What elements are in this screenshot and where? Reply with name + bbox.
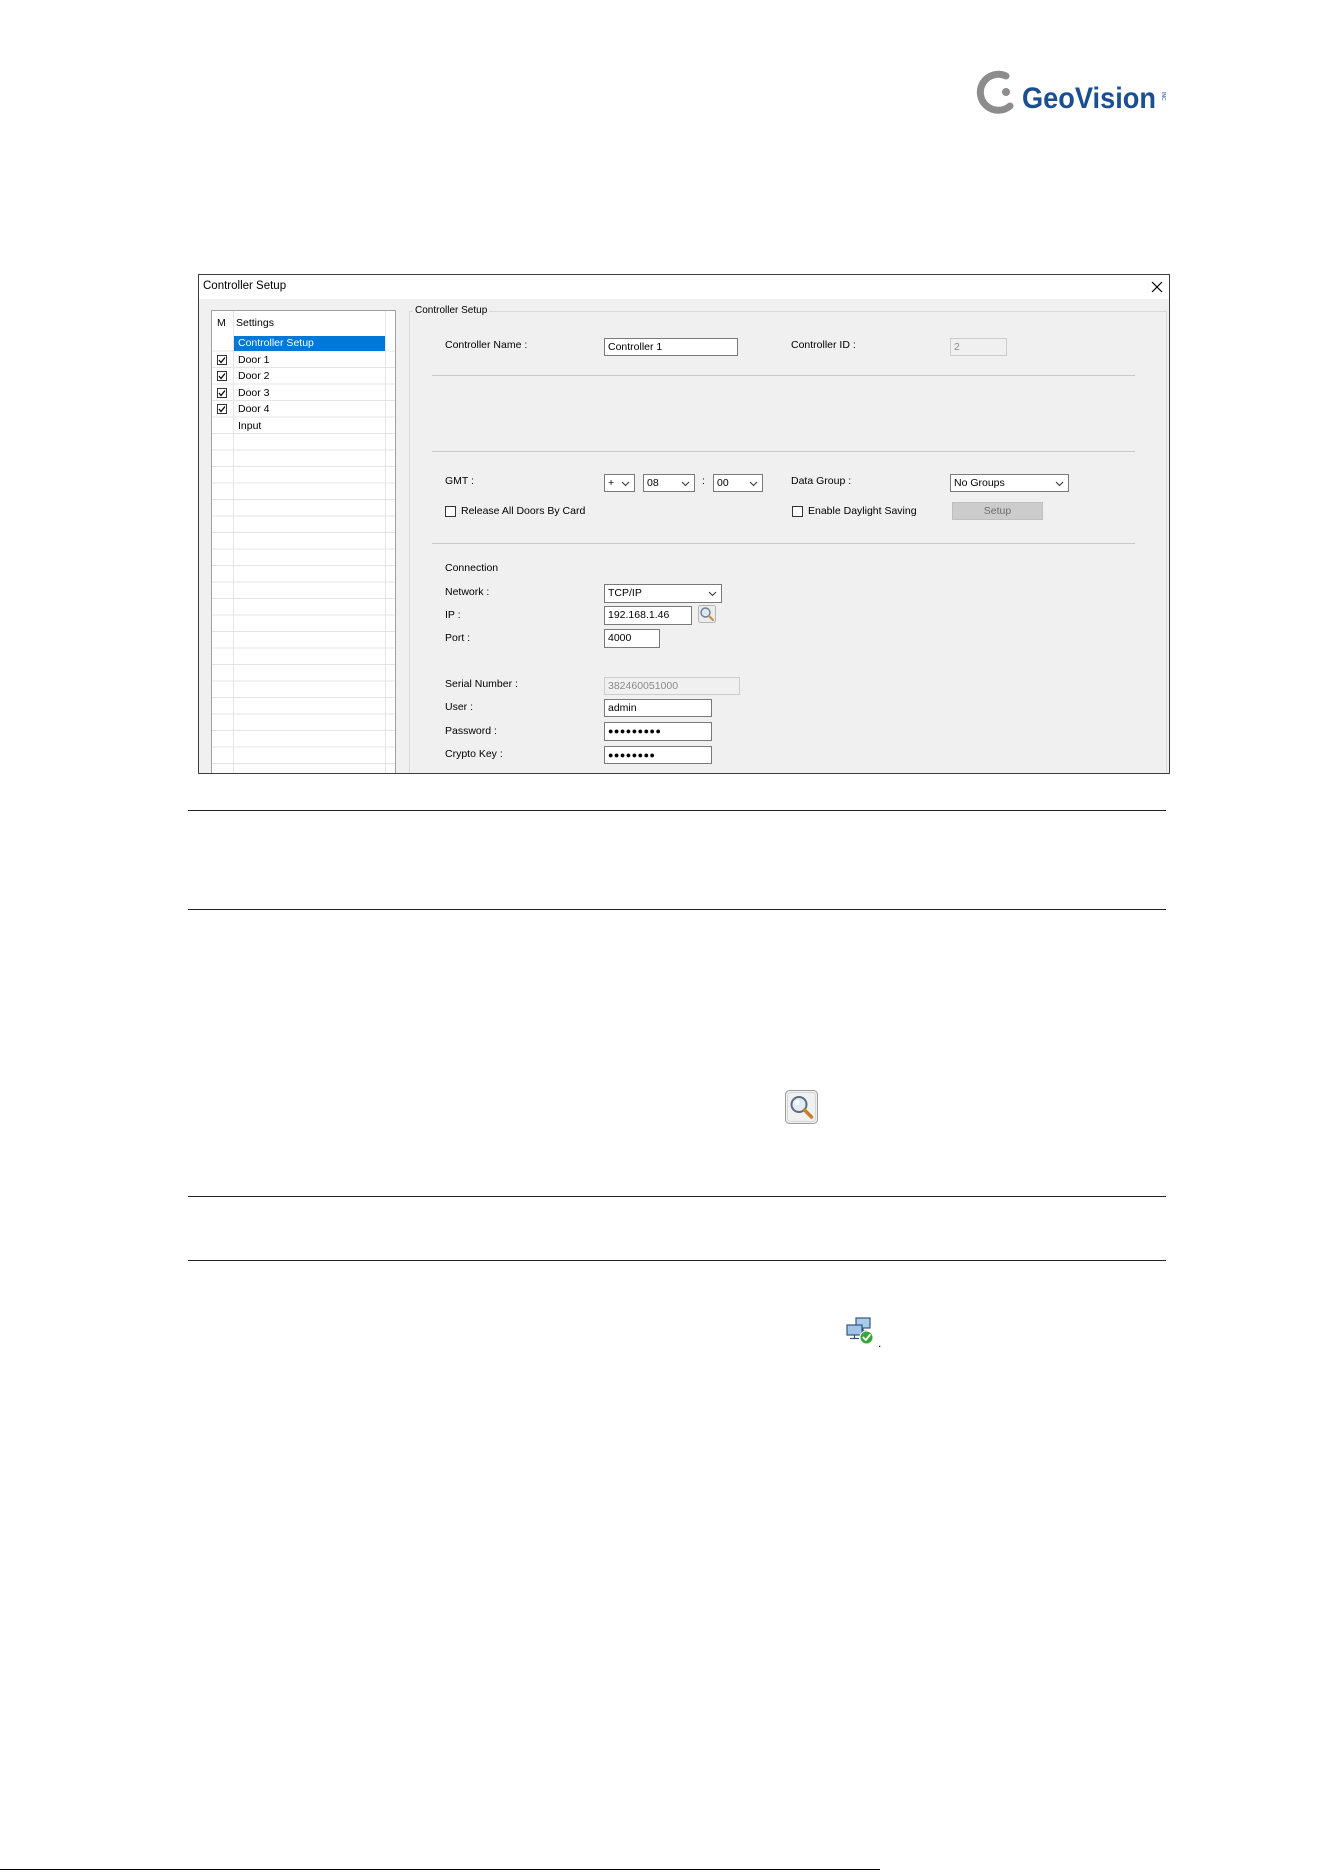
- note-box-top-rule: [188, 810, 1166, 811]
- gmt-sign-select[interactable]: +: [604, 474, 635, 492]
- password-label: Password :: [445, 725, 497, 737]
- divider: [432, 451, 1135, 452]
- check-icon: [218, 356, 226, 363]
- tree-item-door-2[interactable]: Door 2: [212, 368, 395, 385]
- tree-checkbox[interactable]: [217, 404, 227, 414]
- gmt-sign-value: +: [608, 477, 615, 489]
- dialog-title: Controller Setup: [203, 280, 287, 292]
- tree-item-door-3[interactable]: Door 3: [212, 385, 395, 402]
- tree-item-label: Door 4: [238, 403, 270, 415]
- gmt-hour-value: 08: [647, 477, 659, 489]
- tree-item-input[interactable]: Input: [212, 418, 395, 435]
- tree-item-label: Input: [238, 419, 262, 432]
- close-icon[interactable]: [1150, 280, 1164, 294]
- data-group-select[interactable]: No Groups: [950, 474, 1069, 492]
- controller-name-input[interactable]: Controller 1: [604, 338, 738, 356]
- release-all-doors-checkbox[interactable]: [445, 506, 456, 517]
- gmt-separator: :: [702, 475, 705, 487]
- gmt-minute-select[interactable]: 00: [713, 474, 763, 492]
- serial-number-input: 382460051000: [604, 677, 740, 695]
- logo-text: GeoVision: [1022, 82, 1156, 115]
- controller-id-input: 2: [950, 338, 1007, 356]
- gmt-minute-value: 00: [717, 477, 729, 489]
- tree-item-label: Door 3: [238, 386, 270, 399]
- divider: [432, 375, 1135, 376]
- connection-heading: Connection: [445, 562, 499, 574]
- settings-tree[interactable]: M Settings Controller Setup Door 1 Door …: [211, 310, 396, 773]
- check-icon: [218, 406, 226, 413]
- controller-id-label: Controller ID :: [791, 339, 856, 351]
- network-select[interactable]: TCP/IP: [604, 584, 722, 603]
- chevron-down-icon: [681, 481, 690, 487]
- network-value: TCP/IP: [608, 587, 642, 599]
- tree-item-door-1[interactable]: Door 1: [212, 352, 395, 369]
- footer-rule: [0, 1869, 880, 1870]
- crypto-key-input[interactable]: ●●●●●●●●: [604, 746, 712, 764]
- tree-item-door-4[interactable]: Door 4: [212, 401, 395, 418]
- tree-item-label: Door 1: [238, 353, 270, 366]
- release-all-doors-label: Release All Doors By Card: [461, 505, 586, 517]
- chevron-down-icon: [621, 481, 630, 487]
- note-box-top-rule: [188, 1196, 1166, 1197]
- tree-item-controller-setup[interactable]: Controller Setup: [212, 335, 395, 352]
- tree-checkbox[interactable]: [217, 354, 227, 365]
- divider: [432, 543, 1135, 544]
- search-button-icon: [785, 1090, 818, 1124]
- trailing-period: .: [878, 1336, 882, 1350]
- note-box-bottom-rule: [188, 1260, 1166, 1261]
- controller-setup-dialog: Controller Setup M Settings Controller S…: [198, 274, 1170, 774]
- serial-number-label: Serial Number :: [445, 678, 518, 690]
- setup-button: Setup: [952, 502, 1043, 520]
- tree-checkbox[interactable]: [217, 371, 227, 381]
- check-icon: [218, 373, 226, 380]
- password-input[interactable]: ●●●●●●●●●: [604, 722, 712, 741]
- tree-header-m: M: [217, 317, 226, 329]
- port-label: Port :: [445, 632, 471, 644]
- network-connected-icon: [846, 1317, 874, 1345]
- tree-item-label: Controller Setup: [238, 337, 314, 349]
- note-box-bottom-rule: [188, 909, 1166, 910]
- data-group-value: No Groups: [954, 477, 1005, 489]
- ip-label: IP :: [445, 609, 461, 621]
- daylight-saving-checkbox[interactable]: [792, 506, 803, 517]
- user-input[interactable]: admin: [604, 699, 712, 717]
- title-bar: Controller Setup: [199, 275, 1169, 299]
- daylight-saving-label: Enable Daylight Saving: [808, 505, 917, 517]
- gmt-label: GMT :: [445, 475, 474, 487]
- network-label: Network :: [445, 586, 490, 598]
- user-label: User :: [445, 701, 474, 713]
- data-group-label: Data Group :: [791, 475, 852, 487]
- tree-checkbox[interactable]: [217, 387, 227, 398]
- crypto-key-label: Crypto Key :: [445, 748, 503, 760]
- search-icon[interactable]: [698, 605, 716, 623]
- check-icon: [218, 389, 226, 396]
- group-title: Controller Setup: [413, 305, 490, 316]
- geovision-logo: GeoVision INC: [976, 70, 1166, 115]
- tree-header-settings: Settings: [236, 317, 274, 329]
- logo-suffix: INC: [1160, 92, 1166, 101]
- port-input[interactable]: 4000: [604, 629, 660, 648]
- chevron-down-icon: [1055, 481, 1064, 487]
- controller-name-label: Controller Name :: [445, 339, 528, 351]
- tree-item-label: Door 2: [238, 370, 270, 382]
- chevron-down-icon: [708, 591, 717, 597]
- ip-input[interactable]: 192.168.1.46: [604, 606, 692, 625]
- chevron-down-icon: [749, 481, 758, 487]
- gmt-hour-select[interactable]: 08: [643, 474, 695, 492]
